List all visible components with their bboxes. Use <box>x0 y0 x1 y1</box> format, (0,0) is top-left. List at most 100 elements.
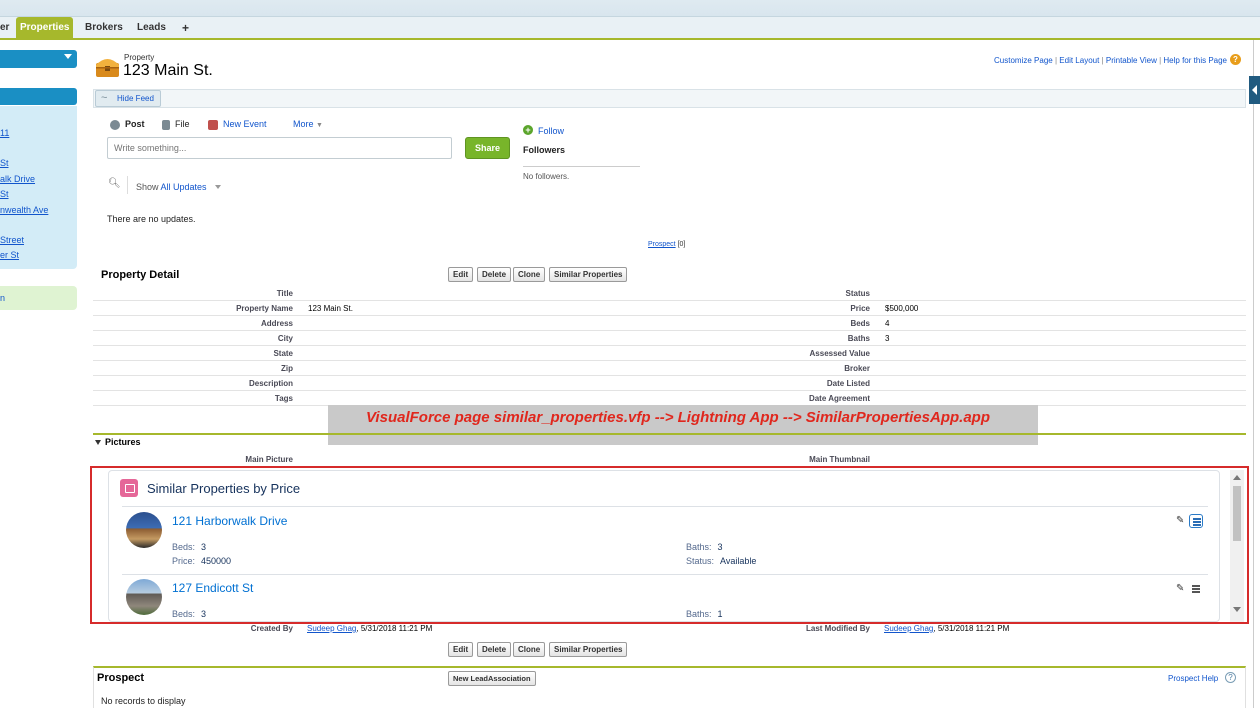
chevron-down-icon[interactable] <box>215 185 221 189</box>
chat-icon <box>110 119 120 130</box>
new-event-tab[interactable]: New Event <box>208 119 267 130</box>
edit-button[interactable]: Edit <box>448 267 474 282</box>
pictures-section-toggle[interactable]: Pictures <box>95 437 141 447</box>
right-divider <box>1253 40 1254 708</box>
more-tab[interactable]: More ▼ <box>293 119 323 129</box>
field-label: Beds <box>850 319 870 328</box>
prospect-help-link[interactable]: Prospect Help <box>1168 674 1218 683</box>
prospect-related-link[interactable]: Prospect [0] <box>648 241 685 248</box>
link-separator: | <box>1159 56 1162 65</box>
help-for-page-link[interactable]: Help for this Page <box>1163 56 1227 65</box>
edit-layout-link[interactable]: Edit Layout <box>1059 56 1099 65</box>
sidebar-recent-header <box>0 88 77 105</box>
modified-date: , 5/31/2018 11:21 PM <box>933 624 1010 633</box>
search-icon[interactable]: 🔍︎ <box>108 178 121 189</box>
created-by-value: Sudeep Ghag, 5/31/2018 11:21 PM <box>307 624 432 633</box>
section-divider <box>93 433 1246 435</box>
link-separator: | <box>1101 56 1104 65</box>
plus-icon[interactable]: + <box>523 125 533 135</box>
sidebar-recent-link[interactable]: alk Drive <box>0 174 35 184</box>
created-date: , 5/31/2018 11:21 PM <box>356 624 433 633</box>
field-value: 4 <box>885 319 890 328</box>
help-icon[interactable]: ? <box>1225 672 1236 683</box>
share-button[interactable]: Share <box>465 137 510 159</box>
similar-properties-button[interactable]: Similar Properties <box>549 642 628 657</box>
field-label: Price <box>850 304 870 313</box>
property-detail-title: Property Detail <box>101 269 180 281</box>
tab-properties[interactable]: Properties <box>16 17 74 39</box>
no-records-text: No records to display <box>101 696 186 706</box>
page-title: 123 Main St. <box>123 62 213 79</box>
new-event-tab-label: New Event <box>223 119 267 129</box>
field-label: Broker <box>844 364 870 373</box>
created-by-user-link[interactable]: Sudeep Ghag <box>307 624 356 633</box>
last-modified-label: Last Modified By <box>805 624 870 633</box>
divider <box>127 176 128 194</box>
field-label: Tags <box>274 394 293 403</box>
help-icon[interactable]: ? <box>1230 54 1241 65</box>
prospect-title: Prospect <box>97 672 145 684</box>
no-updates-text: There are no updates. <box>107 214 196 224</box>
sidebar-create-select[interactable] <box>0 50 77 68</box>
show-filter[interactable]: Show All Updates <box>136 182 207 192</box>
field-label: Date Listed <box>826 379 870 388</box>
similar-properties-button[interactable]: Similar Properties <box>549 267 628 282</box>
tab-brokers[interactable]: Brokers <box>85 17 123 39</box>
field-label: Status <box>845 289 870 298</box>
no-followers-text: No followers. <box>523 172 570 181</box>
show-label: Show <box>136 182 159 192</box>
clone-button[interactable]: Clone <box>513 642 546 657</box>
post-tab-label: Post <box>125 119 145 129</box>
post-input[interactable] <box>107 137 452 159</box>
page-links: Customize Page | Edit Layout | Printable… <box>994 56 1227 65</box>
field-label: Assessed Value <box>809 349 870 358</box>
feed-toolbar <box>93 89 1246 108</box>
chevron-down-icon: ▼ <box>316 122 323 129</box>
file-icon <box>162 119 170 130</box>
sidebar-recent-link[interactable]: 11 <box>0 128 9 138</box>
sidebar-recycle-link[interactable]: n <box>0 293 5 303</box>
tab-leads[interactable]: Leads <box>137 17 166 39</box>
new-lead-association-button[interactable]: New LeadAssociation <box>448 671 536 686</box>
pictures-title: Pictures <box>105 437 141 447</box>
prospect-count: [0] <box>677 241 686 248</box>
last-modified-value: Sudeep Ghag, 5/31/2018 11:21 PM <box>884 624 1009 633</box>
divider <box>523 166 640 167</box>
delete-button[interactable]: Delete <box>477 642 512 657</box>
sidebar-recent-link[interactable]: Street <box>0 235 24 245</box>
sidebar-recent-link[interactable]: St <box>0 158 9 168</box>
sidebar-recent-link[interactable]: nwealth Ave <box>0 205 48 215</box>
field-label: Description <box>248 379 293 388</box>
sidebar-recent-link[interactable]: er St <box>0 250 19 260</box>
post-tab[interactable]: Post <box>110 119 145 130</box>
clone-button[interactable]: Clone <box>513 267 546 282</box>
triangle-down-icon <box>95 440 101 446</box>
field-label: Title <box>276 289 293 298</box>
sidebar-recycle-box: n <box>0 286 77 310</box>
all-updates-link[interactable]: All Updates <box>161 182 207 192</box>
field-label: Date Agreement <box>808 394 870 403</box>
follow-link[interactable]: Follow <box>538 126 564 136</box>
sidebar-recent-link[interactable]: St <box>0 189 9 199</box>
created-by-label: Created By <box>250 624 293 633</box>
customize-page-link[interactable]: Customize Page <box>994 56 1053 65</box>
file-tab[interactable]: File <box>162 119 190 130</box>
field-value: 3 <box>885 334 890 343</box>
field-label: Baths <box>847 334 870 343</box>
add-tab-button[interactable]: + <box>182 17 189 39</box>
delete-button[interactable]: Delete <box>477 267 512 282</box>
collapse-sidebar-handle[interactable] <box>1249 76 1260 104</box>
modified-by-user-link[interactable]: Sudeep Ghag <box>884 624 933 633</box>
hide-feed-button[interactable]: Hide Feed <box>95 90 161 107</box>
annotation-text: VisualForce page similar_properties.vfp … <box>365 409 990 426</box>
object-type-label: Property <box>124 53 155 62</box>
prospect-related-list <box>93 666 1246 708</box>
main-thumbnail-label: Main Thumbnail <box>809 455 870 464</box>
field-label: City <box>277 334 293 343</box>
tab-partial[interactable]: er <box>0 17 9 39</box>
edit-button[interactable]: Edit <box>448 642 474 657</box>
field-label: State <box>273 349 293 358</box>
annotation-highlight-box <box>90 466 1249 624</box>
printable-view-link[interactable]: Printable View <box>1106 56 1157 65</box>
file-tab-label: File <box>175 119 190 129</box>
